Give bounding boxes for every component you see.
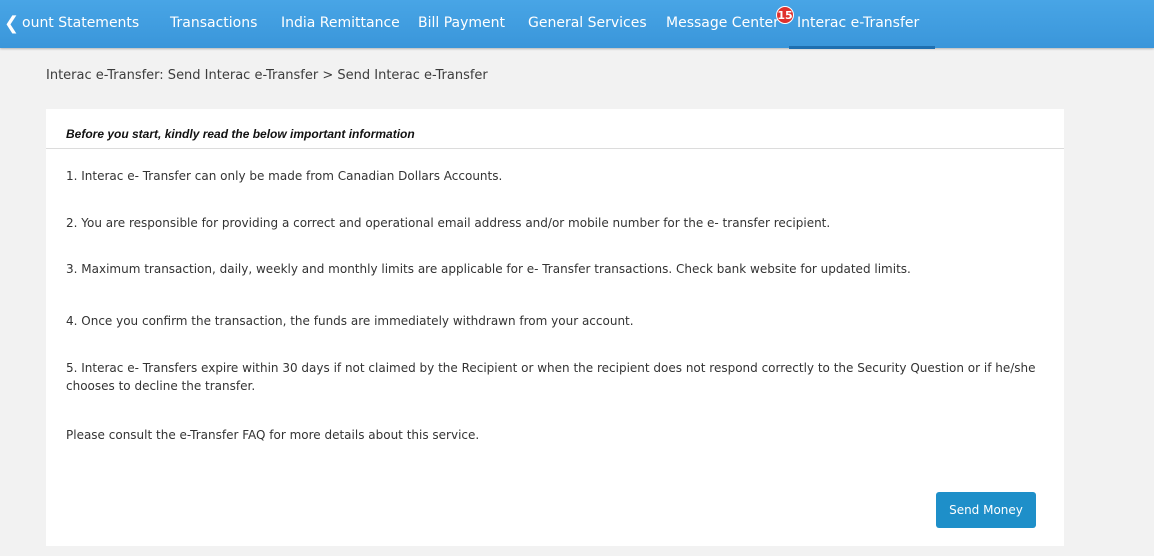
chevron-left-icon[interactable]: ❮ bbox=[4, 13, 19, 35]
message-count-badge: 15 bbox=[776, 6, 794, 24]
info-item: 1. Interac e- Transfer can only be made … bbox=[66, 169, 503, 183]
info-item: 4. Once you confirm the transaction, the… bbox=[66, 314, 634, 328]
top-nav-bar: ❮ ount Statements Transactions India Rem… bbox=[0, 0, 1154, 49]
nav-transactions[interactable]: Transactions bbox=[170, 15, 257, 31]
info-item: 3. Maximum transaction, daily, weekly an… bbox=[66, 262, 911, 276]
info-item: 5. Interac e- Transfers expire within 30… bbox=[66, 361, 1036, 393]
nav-bill-payment[interactable]: Bill Payment bbox=[418, 15, 505, 31]
nav-account-statements[interactable]: ount Statements bbox=[22, 15, 139, 31]
info-item: 2. You are responsible for providing a c… bbox=[66, 216, 831, 230]
send-money-button[interactable]: Send Money bbox=[936, 492, 1036, 528]
nav-interac-e-transfer[interactable]: Interac e-Transfer bbox=[797, 15, 919, 31]
info-item: Please consult the e-Transfer FAQ for mo… bbox=[66, 428, 480, 442]
nav-general-services[interactable]: General Services bbox=[528, 15, 647, 31]
active-tab-indicator bbox=[789, 46, 935, 49]
card-title: Before you start, kindly read the below … bbox=[66, 127, 415, 141]
nav-message-center[interactable]: Message Center bbox=[666, 15, 779, 31]
info-card: Before you start, kindly read the below … bbox=[46, 109, 1064, 546]
card-header: Before you start, kindly read the below … bbox=[46, 109, 1064, 149]
breadcrumb: Interac e-Transfer: Send Interac e-Trans… bbox=[46, 68, 488, 83]
nav-india-remittance[interactable]: India Remittance bbox=[281, 15, 400, 31]
